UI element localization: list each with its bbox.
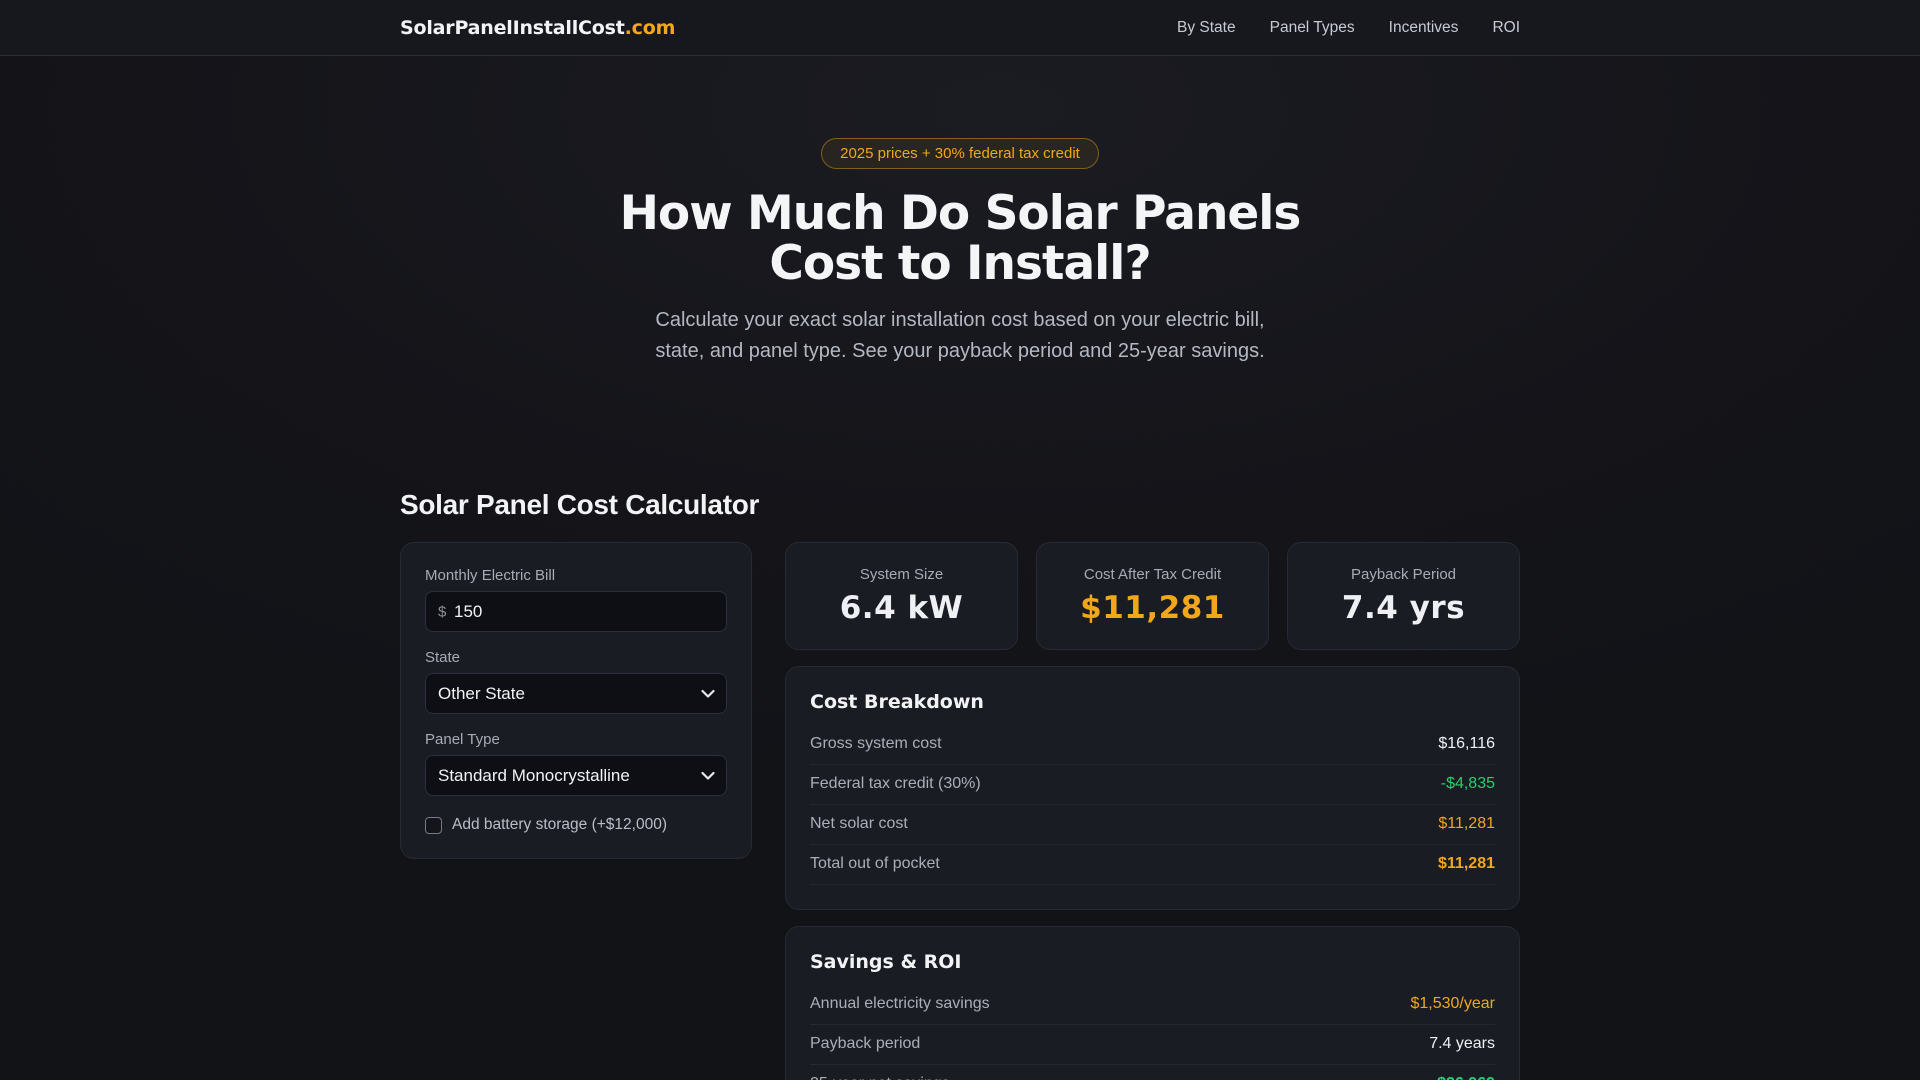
hero-subtitle: Calculate your exact solar installation … (0, 305, 1920, 367)
table-row: Gross system cost $16,116 (810, 725, 1495, 765)
table-row: Annual electricity savings $1,530/year (810, 985, 1495, 1025)
table-row: 25-year net savings $26,969 (810, 1065, 1495, 1080)
dollar-prefix: $ (438, 603, 447, 620)
hero-section: 2025 prices + 30% federal tax credit How… (0, 56, 1920, 367)
nav-link-roi[interactable]: ROI (1492, 19, 1520, 37)
stat-card-system-size: System Size 6.4 kW (785, 542, 1018, 650)
site-logo-tld: .com (624, 16, 676, 39)
cost-breakdown-title: Cost Breakdown (810, 691, 984, 713)
row-value: -$4,835 (1440, 775, 1495, 792)
cost-breakdown-card: Cost Breakdown Gross system cost $16,116… (785, 666, 1520, 910)
stat-label: Payback Period (1350, 566, 1457, 583)
table-row: Total out of pocket $11,281 (810, 845, 1495, 885)
calculator-section: Solar Panel Cost Calculator Monthly Elec… (400, 489, 1520, 1080)
battery-storage-checkbox[interactable] (425, 816, 442, 834)
page-title-line1: How Much Do Solar Panels (619, 186, 1302, 241)
page-title: How Much Do Solar Panels Cost to Install… (0, 189, 1920, 289)
results-column: System Size 6.4 kW Cost After Tax Credit… (785, 542, 1520, 1080)
row-label: Payback period (810, 1035, 921, 1052)
stat-value: 7.4 yrs (1341, 590, 1466, 626)
savings-roi-card: Savings & ROI Annual electricity savings… (785, 926, 1520, 1080)
savings-roi-title: Savings & ROI (810, 951, 962, 973)
row-label: Federal tax credit (30%) (810, 775, 981, 792)
stat-value: $11,281 (1080, 590, 1225, 626)
stat-value: 6.4 kW (839, 590, 964, 626)
nav-link-panel-types[interactable]: Panel Types (1270, 19, 1355, 37)
top-navigation-bar: SolarPanelInstallCost.com By State Panel… (0, 0, 1920, 56)
nav-link-incentives[interactable]: Incentives (1389, 19, 1459, 37)
row-label: Annual electricity savings (810, 995, 990, 1012)
row-value: $11,281 (1438, 815, 1495, 832)
stat-card-payback-period: Payback Period 7.4 yrs (1287, 542, 1520, 650)
row-value: $1,530/year (1410, 995, 1495, 1012)
site-logo[interactable]: SolarPanelInstallCost.com (400, 17, 675, 39)
table-row: Federal tax credit (30%) -$4,835 (810, 765, 1495, 805)
hero-subtitle-line1: Calculate your exact solar installation … (655, 309, 1265, 331)
row-label: Total out of pocket (810, 855, 940, 872)
nav-link-by-state[interactable]: By State (1177, 19, 1236, 37)
stat-label: System Size (859, 566, 944, 583)
row-label: 25-year net savings (810, 1075, 950, 1080)
electric-bill-input[interactable] (425, 591, 727, 632)
row-label: Net solar cost (810, 815, 908, 832)
calculator-heading: Solar Panel Cost Calculator (400, 489, 760, 520)
primary-nav: By State Panel Types Incentives ROI (1177, 19, 1520, 37)
row-label: Gross system cost (810, 735, 942, 752)
site-logo-main: SolarPanelInstallCost (400, 16, 625, 39)
promo-badge: 2025 prices + 30% federal tax credit (821, 138, 1099, 169)
hero-subtitle-line2: state, and panel type. See your payback … (655, 340, 1265, 362)
panel-type-label: Panel Type (425, 731, 500, 748)
row-value: $16,116 (1438, 735, 1495, 752)
battery-storage-option[interactable]: Add battery storage (+$12,000) (425, 816, 727, 834)
stats-row: System Size 6.4 kW Cost After Tax Credit… (785, 542, 1520, 650)
battery-storage-label: Add battery storage (+$12,000) (452, 816, 667, 833)
state-label: State (425, 649, 461, 666)
electric-bill-label: Monthly Electric Bill (425, 567, 556, 584)
row-value: 7.4 years (1429, 1035, 1495, 1052)
state-select[interactable]: Other State (425, 673, 727, 714)
calculator-form-card: Monthly Electric Bill $ State Other Stat… (400, 542, 752, 859)
panel-type-select[interactable]: Standard Monocrystalline (425, 755, 727, 796)
table-row: Payback period 7.4 years (810, 1025, 1495, 1065)
table-row: Net solar cost $11,281 (810, 805, 1495, 845)
stat-card-cost-after-credit: Cost After Tax Credit $11,281 (1036, 542, 1269, 650)
row-value: $11,281 (1438, 855, 1495, 872)
stat-label: Cost After Tax Credit (1083, 566, 1222, 583)
page-title-line2: Cost to Install? (769, 236, 1151, 291)
row-value: $26,969 (1437, 1075, 1495, 1080)
